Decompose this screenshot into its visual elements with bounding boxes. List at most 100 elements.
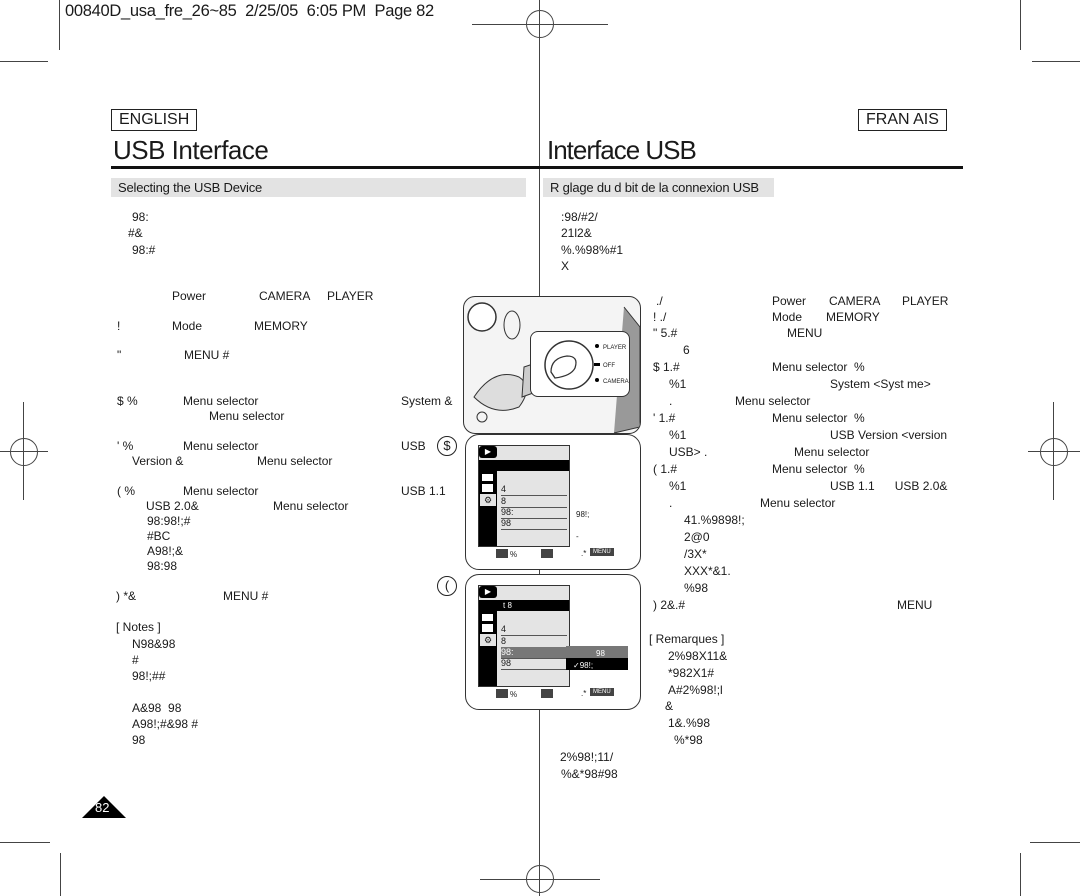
note-line: A#2%98!;l bbox=[668, 683, 723, 697]
step-4-system: System & bbox=[401, 394, 453, 408]
step-2-memory: MEMORY bbox=[254, 319, 308, 333]
language-label-english: ENGLISH bbox=[111, 109, 198, 131]
menu-value: 98!; bbox=[576, 510, 590, 519]
print-slug: 00840D_usa_fre_26~85 2/25/05 6:05 PM Pag… bbox=[65, 2, 434, 20]
crop-mark bbox=[1030, 842, 1080, 843]
tv-icon bbox=[482, 484, 493, 492]
menu-row[interactable]: 98 bbox=[501, 518, 567, 530]
dial-label-player: PLAYER bbox=[603, 345, 627, 351]
menu-button-icon: MENU bbox=[590, 688, 614, 696]
menu-title-bar bbox=[479, 600, 569, 611]
note-line: A&98 98 bbox=[132, 701, 182, 715]
gear-icon: ⚙ bbox=[480, 494, 496, 506]
step-4-cont: Menu selector bbox=[209, 409, 285, 423]
step-6-label: Menu selector bbox=[183, 484, 259, 498]
step-2-label: Mode bbox=[772, 310, 803, 324]
step-1-player: PLAYER bbox=[327, 289, 374, 303]
step-4-cont: %1 bbox=[669, 377, 687, 391]
move-label: % bbox=[510, 550, 518, 559]
menu-sidebar bbox=[479, 611, 497, 686]
step-4-number: $ 1.# bbox=[653, 360, 680, 374]
registration-circle-icon bbox=[10, 438, 38, 466]
step-6-extra: 98:98!;# bbox=[147, 514, 191, 528]
step-5-number: ' 1.# bbox=[653, 411, 676, 425]
menu-screen: ▶ ⚙ 4 8 98: 98 bbox=[478, 445, 570, 547]
zoom-move-icon bbox=[496, 689, 508, 698]
note-line: *982X1# bbox=[668, 666, 715, 680]
page-title-french: Interface USB bbox=[547, 135, 697, 165]
intro-line: X bbox=[561, 259, 570, 273]
note-line: N98&98 bbox=[132, 637, 176, 651]
step-6-cont: %1 bbox=[669, 479, 687, 493]
step-7-label: MENU bbox=[897, 598, 933, 612]
step-6-extra: /3X* bbox=[684, 547, 707, 561]
intro-line: #& bbox=[128, 226, 143, 240]
menu-row[interactable]: 4 bbox=[501, 484, 567, 496]
step-4-cont: Menu selector bbox=[735, 394, 811, 408]
menu-screen: ▶ t 8 ⚙ 4 8 98: 98 bbox=[478, 585, 570, 687]
crop-mark bbox=[1020, 0, 1021, 50]
intro-line: 98:# bbox=[132, 243, 156, 257]
title-rule bbox=[111, 166, 540, 169]
step-3-label: MENU bbox=[787, 326, 823, 340]
menu-title: t 8 bbox=[503, 601, 512, 610]
step-marker-6: ( bbox=[437, 576, 457, 596]
note-line: # bbox=[132, 653, 139, 667]
note-line: 98 bbox=[132, 733, 146, 747]
step-4-label: Menu selector % bbox=[772, 360, 865, 374]
tv-icon bbox=[482, 624, 493, 632]
notes-heading: [ Remarques ] bbox=[649, 632, 725, 646]
dial-label-camera: CAMERA bbox=[603, 379, 629, 385]
playback-mode-icon: ▶ bbox=[479, 446, 497, 458]
step-5-label: Menu selector % bbox=[772, 411, 865, 425]
memory-icon bbox=[482, 614, 493, 621]
step-6-extra: A98!;& bbox=[147, 544, 184, 558]
language-label-french: FRAN AIS bbox=[858, 109, 947, 131]
crop-mark bbox=[60, 853, 61, 896]
step-4-system: System <Syst me> bbox=[830, 377, 931, 391]
select-icon bbox=[541, 689, 553, 698]
title-rule bbox=[540, 166, 963, 169]
step-6-extra: 41.%9898!; bbox=[684, 513, 745, 527]
option-usb-2-0-label: ✓98!; bbox=[573, 661, 594, 670]
page-number: 82 bbox=[95, 800, 110, 815]
step-4-label: Menu selector bbox=[183, 394, 259, 408]
dial-callout: PLAYER OFF CAMERA bbox=[530, 331, 630, 397]
footer-line: 2%98!;11/ bbox=[560, 750, 614, 764]
step-6-cont: Menu selector bbox=[273, 499, 349, 513]
step-1-label: Power bbox=[172, 289, 207, 303]
menu-row[interactable]: 4 bbox=[501, 624, 567, 636]
intro-line: :98/#2/ bbox=[561, 210, 598, 224]
page-title-english: USB Interface bbox=[113, 135, 269, 165]
zoom-move-icon bbox=[496, 549, 508, 558]
step-6-usb-options: USB 1.1 USB 2.0& bbox=[830, 479, 948, 493]
step-6-cont: . bbox=[669, 496, 673, 510]
gear-icon: ⚙ bbox=[480, 634, 496, 646]
step-4-cont: . bbox=[669, 394, 673, 408]
step-1-label: Power bbox=[772, 294, 807, 308]
step-7-number: ) *& bbox=[116, 589, 137, 603]
step-3-number: " bbox=[117, 348, 122, 362]
menu-value: - bbox=[576, 532, 579, 541]
crop-mark bbox=[0, 61, 48, 62]
step-1-player: PLAYER bbox=[902, 294, 949, 308]
menu-title-bar bbox=[479, 460, 569, 471]
step-5-number: ' % bbox=[117, 439, 134, 453]
note-line: %*98 bbox=[674, 733, 703, 747]
notes-heading: [ Notes ] bbox=[116, 620, 161, 634]
step-2-label: Mode bbox=[172, 319, 203, 333]
step-3-label: MENU # bbox=[184, 348, 230, 362]
step-7-number: ) 2&.# bbox=[653, 598, 686, 612]
registration-circle-icon bbox=[526, 10, 554, 38]
menu-sidebar bbox=[479, 471, 497, 546]
camcorder-dial-illustration: PLAYER OFF CAMERA bbox=[463, 296, 641, 434]
section-heading-french: R glage du d bit de la connexion USB bbox=[543, 178, 774, 197]
menu-row[interactable]: 98 bbox=[501, 658, 567, 670]
step-6-label: Menu selector % bbox=[772, 462, 865, 476]
step-5-cont: %1 bbox=[669, 428, 687, 442]
step-6-extra: 2@0 bbox=[684, 530, 710, 544]
step-5-cont: Menu selector bbox=[794, 445, 870, 459]
step-2-number: ! bbox=[117, 319, 121, 333]
lcd-screen-system-menu: ▶ ⚙ 4 8 98: 98 98!; - % .* MENU bbox=[465, 434, 641, 570]
note-line: 2%98X11& bbox=[668, 649, 728, 663]
